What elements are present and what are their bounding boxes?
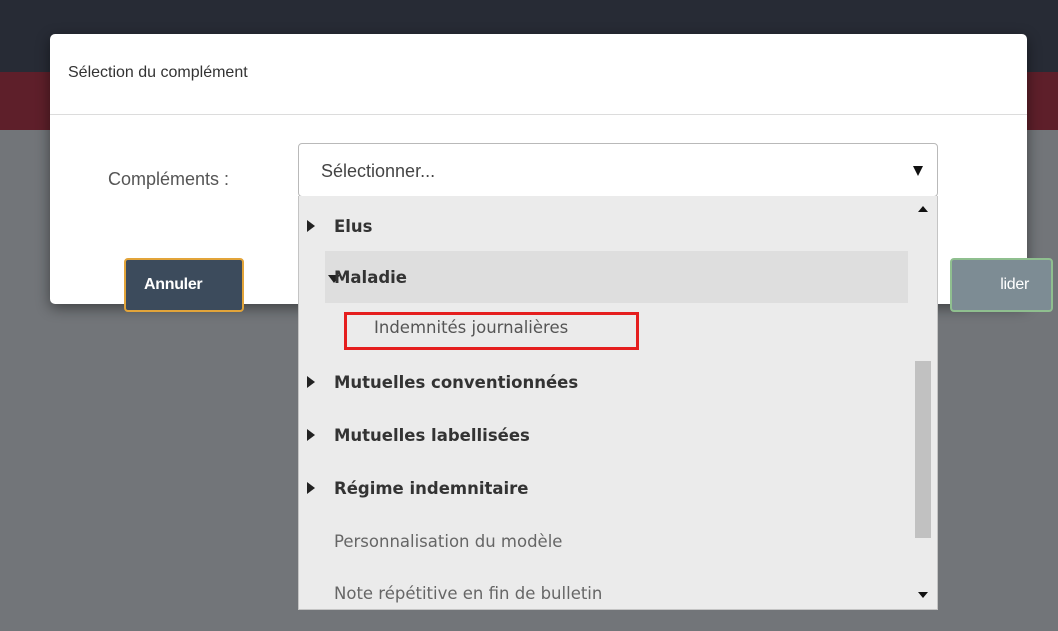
dropdown-group-elus[interactable]: Elus	[299, 200, 908, 252]
cancel-button[interactable]: Annuler	[124, 258, 244, 312]
option-label: Personnalisation du modèle	[334, 532, 563, 551]
select-value: Sélectionner...	[321, 161, 436, 181]
dropdown-scrollbar[interactable]	[908, 196, 937, 609]
expand-right-icon[interactable]	[307, 482, 315, 494]
group-label: Maladie	[334, 268, 408, 287]
dropdown-group-mutuelles-labellisees[interactable]: Mutuelles labellisées	[299, 409, 908, 461]
modal-title: Sélection du complément	[68, 64, 248, 81]
scrollbar-thumb[interactable]	[915, 361, 931, 538]
group-label: Régime indemnitaire	[334, 479, 529, 498]
scroll-down-icon[interactable]	[918, 592, 928, 598]
dropdown-group-maladie[interactable]: Maladie	[325, 251, 908, 303]
highlight-annotation	[344, 312, 639, 350]
modal-header: Sélection du complément	[50, 34, 1027, 115]
scroll-up-icon[interactable]	[918, 206, 928, 212]
group-label: Elus	[334, 217, 373, 236]
dropdown-option-personnalisation[interactable]: Personnalisation du modèle	[299, 515, 908, 567]
group-label: Mutuelles conventionnées	[334, 373, 579, 392]
complements-select[interactable]: Sélectionner...	[298, 143, 938, 197]
dropdown-option-note-repetitive[interactable]: Note répétitive en fin de bulletin	[299, 567, 908, 609]
caret-down-icon[interactable]	[913, 166, 923, 176]
expand-right-icon[interactable]	[307, 376, 315, 388]
complements-label: Compléments :	[108, 169, 230, 189]
complements-dropdown-list[interactable]: Elus Maladie Indemnités journalières Mut…	[298, 196, 938, 610]
option-label: Note répétitive en fin de bulletin	[334, 584, 603, 603]
expand-right-icon[interactable]	[307, 429, 315, 441]
group-label: Mutuelles labellisées	[334, 426, 530, 445]
app-page: Sélection du complément Compléments : An…	[0, 0, 1058, 631]
validate-button[interactable]: lider	[950, 258, 1053, 312]
dropdown-group-mutuelles-conventionnees[interactable]: Mutuelles conventionnées	[299, 356, 908, 408]
dropdown-group-regime-indemnitaire[interactable]: Régime indemnitaire	[299, 462, 908, 514]
expand-right-icon[interactable]	[307, 220, 315, 232]
